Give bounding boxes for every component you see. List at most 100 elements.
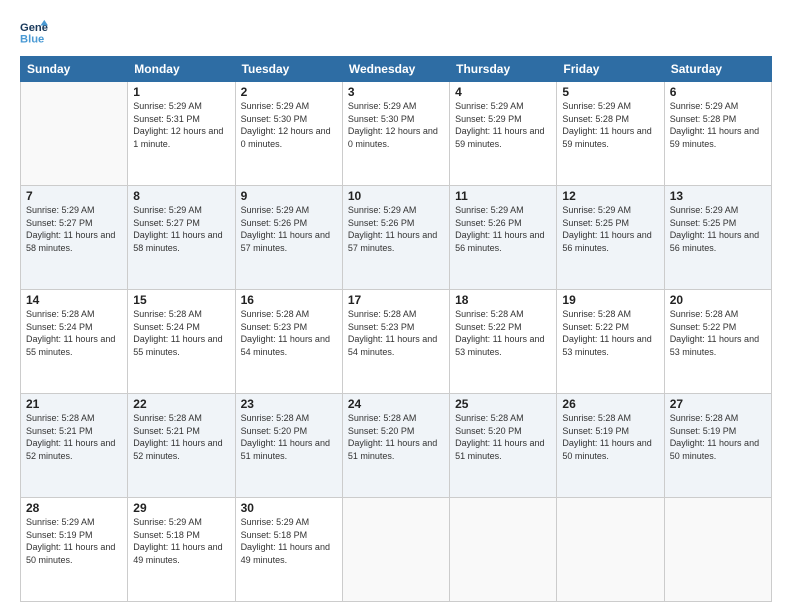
calendar-day [342,498,449,602]
day-info: Sunrise: 5:28 AMSunset: 5:22 PMDaylight:… [670,308,766,358]
calendar-week-row: 28Sunrise: 5:29 AMSunset: 5:19 PMDayligh… [21,498,772,602]
calendar-day: 13Sunrise: 5:29 AMSunset: 5:25 PMDayligh… [664,186,771,290]
day-info: Sunrise: 5:29 AMSunset: 5:26 PMDaylight:… [241,204,337,254]
day-number: 23 [241,397,337,411]
day-info: Sunrise: 5:28 AMSunset: 5:23 PMDaylight:… [348,308,444,358]
calendar-day: 3Sunrise: 5:29 AMSunset: 5:30 PMDaylight… [342,82,449,186]
day-number: 29 [133,501,229,515]
col-header-friday: Friday [557,57,664,82]
calendar-week-row: 1Sunrise: 5:29 AMSunset: 5:31 PMDaylight… [21,82,772,186]
day-info: Sunrise: 5:28 AMSunset: 5:19 PMDaylight:… [562,412,658,462]
calendar-day: 7Sunrise: 5:29 AMSunset: 5:27 PMDaylight… [21,186,128,290]
day-info: Sunrise: 5:28 AMSunset: 5:24 PMDaylight:… [26,308,122,358]
col-header-monday: Monday [128,57,235,82]
day-number: 10 [348,189,444,203]
day-number: 16 [241,293,337,307]
calendar-day: 27Sunrise: 5:28 AMSunset: 5:19 PMDayligh… [664,394,771,498]
col-header-wednesday: Wednesday [342,57,449,82]
day-info: Sunrise: 5:29 AMSunset: 5:26 PMDaylight:… [348,204,444,254]
day-number: 22 [133,397,229,411]
calendar-day: 20Sunrise: 5:28 AMSunset: 5:22 PMDayligh… [664,290,771,394]
day-number: 4 [455,85,551,99]
calendar-day: 5Sunrise: 5:29 AMSunset: 5:28 PMDaylight… [557,82,664,186]
col-header-sunday: Sunday [21,57,128,82]
day-info: Sunrise: 5:28 AMSunset: 5:22 PMDaylight:… [455,308,551,358]
day-number: 30 [241,501,337,515]
calendar-day: 28Sunrise: 5:29 AMSunset: 5:19 PMDayligh… [21,498,128,602]
day-number: 6 [670,85,766,99]
day-number: 8 [133,189,229,203]
calendar-week-row: 14Sunrise: 5:28 AMSunset: 5:24 PMDayligh… [21,290,772,394]
day-number: 18 [455,293,551,307]
day-number: 21 [26,397,122,411]
logo-icon: General Blue [20,18,48,46]
calendar-day: 25Sunrise: 5:28 AMSunset: 5:20 PMDayligh… [450,394,557,498]
day-number: 9 [241,189,337,203]
header: General Blue [20,18,772,46]
day-number: 15 [133,293,229,307]
day-number: 5 [562,85,658,99]
day-info: Sunrise: 5:29 AMSunset: 5:30 PMDaylight:… [348,100,444,150]
col-header-thursday: Thursday [450,57,557,82]
calendar-day [21,82,128,186]
calendar-day: 10Sunrise: 5:29 AMSunset: 5:26 PMDayligh… [342,186,449,290]
calendar-day: 23Sunrise: 5:28 AMSunset: 5:20 PMDayligh… [235,394,342,498]
calendar-table: SundayMondayTuesdayWednesdayThursdayFrid… [20,56,772,602]
calendar-day: 1Sunrise: 5:29 AMSunset: 5:31 PMDaylight… [128,82,235,186]
day-number: 2 [241,85,337,99]
day-number: 25 [455,397,551,411]
day-number: 20 [670,293,766,307]
calendar-day: 18Sunrise: 5:28 AMSunset: 5:22 PMDayligh… [450,290,557,394]
calendar-week-row: 21 Sunrise: 5:28 AMSunset: 5:21 PMDayligh… [21,394,772,498]
calendar-day: 15Sunrise: 5:28 AMSunset: 5:24 PMDayligh… [128,290,235,394]
day-info: Sunrise: 5:29 AMSunset: 5:27 PMDaylight:… [133,204,229,254]
day-info: Sunrise: 5:29 AMSunset: 5:30 PMDaylight:… [241,100,337,150]
day-number: 3 [348,85,444,99]
day-info: Sunrise: 5:28 AMSunset: 5:24 PMDaylight:… [133,308,229,358]
day-number: 11 [455,189,551,203]
day-number: 13 [670,189,766,203]
calendar-day: 6Sunrise: 5:29 AMSunset: 5:28 PMDaylight… [664,82,771,186]
day-info: Sunrise: 5:28 AMSunset: 5:20 PMDaylight:… [241,412,337,462]
calendar-week-row: 7Sunrise: 5:29 AMSunset: 5:27 PMDaylight… [21,186,772,290]
day-number: 14 [26,293,122,307]
calendar-day: 4Sunrise: 5:29 AMSunset: 5:29 PMDaylight… [450,82,557,186]
calendar-day [450,498,557,602]
col-header-saturday: Saturday [664,57,771,82]
calendar-day: 2Sunrise: 5:29 AMSunset: 5:30 PMDaylight… [235,82,342,186]
day-info: Sunrise: 5:28 AMSunset: 5:21 PMDaylight:… [133,412,229,462]
logo: General Blue [20,18,48,46]
calendar-day: 19Sunrise: 5:28 AMSunset: 5:22 PMDayligh… [557,290,664,394]
calendar-day: 14Sunrise: 5:28 AMSunset: 5:24 PMDayligh… [21,290,128,394]
calendar-day [557,498,664,602]
day-number: 24 [348,397,444,411]
day-number: 7 [26,189,122,203]
day-info: Sunrise: 5:29 AMSunset: 5:25 PMDaylight:… [670,204,766,254]
day-info: Sunrise: 5:29 AMSunset: 5:27 PMDaylight:… [26,204,122,254]
day-info: Sunrise: 5:28 AMSunset: 5:22 PMDaylight:… [562,308,658,358]
calendar-day: 22Sunrise: 5:28 AMSunset: 5:21 PMDayligh… [128,394,235,498]
calendar-day: 17Sunrise: 5:28 AMSunset: 5:23 PMDayligh… [342,290,449,394]
day-info: Sunrise: 5:29 AMSunset: 5:31 PMDaylight:… [133,100,229,150]
calendar-day: 24Sunrise: 5:28 AMSunset: 5:20 PMDayligh… [342,394,449,498]
calendar-day: 12Sunrise: 5:29 AMSunset: 5:25 PMDayligh… [557,186,664,290]
calendar-page: General Blue SundayMondayTuesdayWednesda… [0,0,792,612]
calendar-day: 30Sunrise: 5:29 AMSunset: 5:18 PMDayligh… [235,498,342,602]
col-header-tuesday: Tuesday [235,57,342,82]
day-info: Sunrise: 5:29 AMSunset: 5:19 PMDaylight:… [26,516,122,566]
day-info: Sunrise: 5:29 AMSunset: 5:18 PMDaylight:… [241,516,337,566]
day-number: 26 [562,397,658,411]
day-number: 28 [26,501,122,515]
day-info: Sunrise: 5:28 AMSunset: 5:20 PMDaylight:… [455,412,551,462]
day-info: Sunrise: 5:29 AMSunset: 5:18 PMDaylight:… [133,516,229,566]
day-number: 12 [562,189,658,203]
day-number: 27 [670,397,766,411]
calendar-day: 16Sunrise: 5:28 AMSunset: 5:23 PMDayligh… [235,290,342,394]
calendar-day: 8Sunrise: 5:29 AMSunset: 5:27 PMDaylight… [128,186,235,290]
calendar-day: 21Sunrise: 5:28 AMSunset: 5:21 PMDayligh… [21,394,128,498]
calendar-day: 29Sunrise: 5:29 AMSunset: 5:18 PMDayligh… [128,498,235,602]
day-number: 17 [348,293,444,307]
calendar-day: 26Sunrise: 5:28 AMSunset: 5:19 PMDayligh… [557,394,664,498]
calendar-header-row: SundayMondayTuesdayWednesdayThursdayFrid… [21,57,772,82]
day-info: Sunrise: 5:28 AMSunset: 5:23 PMDaylight:… [241,308,337,358]
